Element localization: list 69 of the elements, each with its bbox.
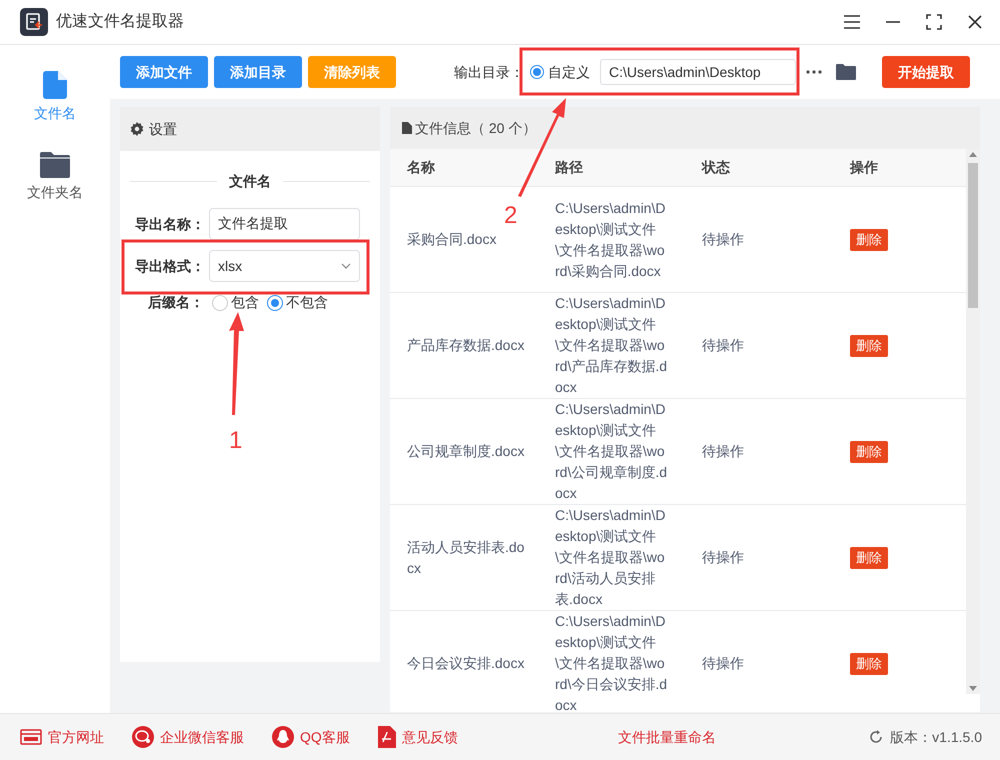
table-cell-text: 产品库存数据.docx (407, 336, 526, 355)
rename-link[interactable]: 文件批量重命名 (618, 726, 716, 748)
column-header: 操作 (850, 158, 879, 177)
annotation-number: 1 (229, 426, 242, 456)
table-cell-text: C:\Users\admin\Desktop\测试文件\文件名提取器\word\公司规章制度.docx (555, 400, 668, 503)
table-cell: 待操作 (702, 337, 744, 353)
start-button[interactable]: 开始提取 (882, 56, 970, 88)
table-cell-text: C:\Users\admin\Desktop\测试文件\文件名提取器\word\活动人员安排表.docx (555, 506, 666, 609)
panel-title: 文件信息（ 20 个） (415, 118, 536, 138)
name-field[interactable]: 文件名提取 (209, 208, 360, 240)
sidebar-item[interactable]: 文件名 (34, 71, 76, 124)
annotation-number: 2 (504, 201, 518, 231)
footer-link[interactable]: 官方网址 (20, 726, 104, 748)
table-cell-text: 今日会议安排.docx (407, 654, 526, 673)
table-cell-text: 公司规章制度.docx (407, 442, 526, 461)
footer-link[interactable]: 企业微信客服 (132, 726, 244, 748)
penguin-icon (272, 726, 294, 748)
refresh-icon[interactable] (868, 729, 884, 745)
file-icon (43, 71, 67, 99)
maximize-icon[interactable] (926, 14, 942, 30)
footer-link[interactable]: 意见反馈 (378, 726, 458, 748)
table-cell-text: C:\Users\admin\Desktop\测试文件\文件名提取器\word\今日会议安排.docx (555, 612, 668, 712)
column-header: 状态 (702, 158, 731, 177)
menu-icon[interactable] (844, 15, 860, 29)
folder-icon[interactable] (836, 64, 856, 80)
app-logo-icon (20, 8, 48, 36)
chevron-down-icon (341, 263, 351, 269)
format-dropdown[interactable]: xlsx (209, 250, 360, 282)
output-path-field[interactable]: C:\Users\admin\Desktop (600, 59, 796, 85)
gear-icon (130, 122, 144, 136)
toolbar-button[interactable]: 添加文件 (120, 56, 208, 88)
delete-button[interactable]: 删除 (850, 228, 888, 250)
field-label: 导出格式： (135, 256, 206, 276)
chat-icon (132, 726, 154, 748)
document-icon (378, 726, 396, 748)
more-icon[interactable] (806, 70, 822, 74)
dropdown-value: xlsx (218, 256, 242, 276)
delete-button[interactable]: 删除 (850, 334, 888, 356)
window-title: 优速文件名提取器 (56, 12, 184, 32)
suffix-radio[interactable]: 包含 (212, 292, 259, 313)
table-cell: 待操作 (702, 443, 744, 459)
close-icon[interactable] (968, 15, 982, 29)
table-cell: 待操作 (702, 655, 744, 671)
field-label: 导出名称： (135, 214, 206, 234)
column-header: 名称 (407, 158, 436, 177)
output-label: 输出目录： (454, 62, 524, 82)
scrollbar[interactable] (966, 149, 980, 694)
delete-button[interactable]: 删除 (850, 546, 888, 568)
custom-radio[interactable]: 自定义 (530, 62, 590, 82)
table-cell: 待操作 (702, 549, 744, 565)
table-cell-text: 活动人员安排表.docx (407, 538, 526, 578)
table-cell-text: 采购合同.docx (407, 230, 498, 249)
delete-button[interactable]: 删除 (850, 652, 888, 674)
sidebar-item[interactable]: 文件夹名 (27, 152, 83, 203)
delete-button[interactable]: 删除 (850, 440, 888, 462)
footer-link[interactable]: QQ客服 (272, 726, 350, 748)
column-header: 路径 (555, 158, 584, 177)
table-cell: 待操作 (702, 231, 744, 247)
table-cell-text: C:\Users\admin\Desktop\测试文件\文件名提取器\word\产品库存数据.docx (555, 294, 668, 397)
panel-title: 设置 (149, 120, 177, 138)
section-title: 文件名 (229, 172, 271, 191)
toolbar-button[interactable]: 添加目录 (214, 56, 302, 88)
field-label: 后缀名： (148, 293, 204, 312)
folder-icon (40, 152, 70, 178)
table-cell-text: C:\Users\admin\Desktop\测试文件\文件名提取器\word\采购合同.docx (555, 198, 666, 280)
document-icon (402, 122, 412, 134)
version-label: 版本：v1.1.5.0 (890, 728, 982, 746)
suffix-radio[interactable]: 不包含 (267, 292, 328, 313)
browser-icon (20, 729, 42, 745)
